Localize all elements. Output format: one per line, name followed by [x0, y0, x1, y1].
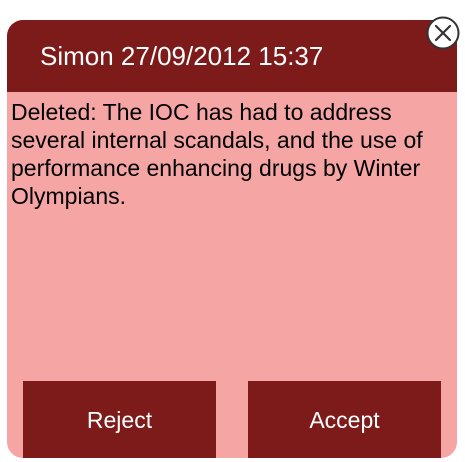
reject-button[interactable]: Reject — [23, 381, 216, 458]
change-description: Deleted: The IOC has had to address seve… — [11, 99, 423, 209]
accept-button[interactable]: Accept — [248, 381, 441, 458]
accept-button-label: Accept — [309, 407, 380, 433]
popup-header: Simon 27/09/2012 15:37 — [7, 20, 457, 92]
close-icon[interactable] — [426, 16, 460, 50]
change-popup: Simon 27/09/2012 15:37 Deleted: The IOC … — [7, 20, 457, 458]
reject-button-label: Reject — [86, 407, 153, 433]
author-timestamp: Simon 27/09/2012 15:37 — [40, 41, 324, 71]
